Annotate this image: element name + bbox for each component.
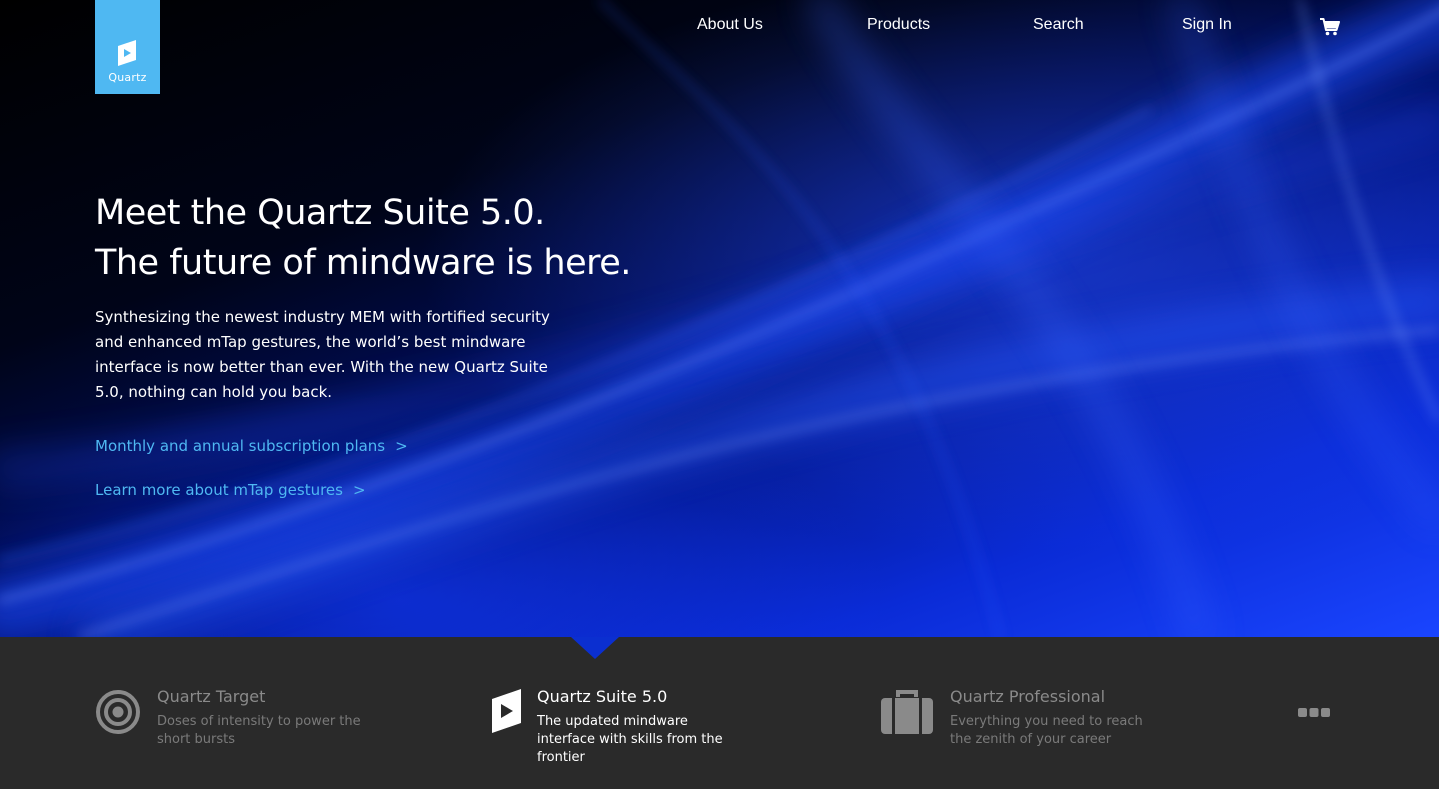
product-title: Quartz Target	[157, 687, 266, 706]
nav-sign-in[interactable]: Sign In	[1182, 16, 1232, 34]
mtap-gestures-link[interactable]: Learn more about mTap gestures >	[95, 481, 366, 499]
hero-description: Synthesizing the newest industry MEM wit…	[95, 308, 550, 401]
shopping-cart-icon[interactable]	[1320, 18, 1340, 36]
hero-headline-line2: The future of mindware is here.	[95, 243, 631, 283]
product-quartz-professional[interactable]: Quartz Professional Everything you need …	[880, 687, 1180, 757]
product-description: Everything you need to reach the zenith …	[950, 714, 1143, 747]
product-quartz-suite[interactable]: Quartz Suite 5.0 The updated mindware in…	[492, 687, 792, 765]
mtap-gestures-link-label: Learn more about mTap gestures	[95, 481, 343, 499]
hero-headline-line1: Meet the Quartz Suite 5.0.	[95, 193, 545, 233]
nav-about-us[interactable]: About Us	[697, 16, 763, 34]
nav-products[interactable]: Products	[867, 16, 930, 34]
product-title: Quartz Professional	[950, 687, 1106, 706]
product-bar: Quartz Target Doses of intensity to powe…	[0, 637, 1439, 789]
chevron-right-icon: >	[395, 437, 408, 455]
page: Quartz About Us Products Search Sign In …	[0, 0, 1439, 789]
hero: Quartz About Us Products Search Sign In …	[0, 0, 1439, 637]
product-description: Doses of intensity to power the short bu…	[157, 714, 361, 747]
product-title: Quartz Suite 5.0	[537, 687, 668, 706]
active-product-pointer	[571, 637, 619, 659]
subscription-plans-link[interactable]: Monthly and annual subscription plans >	[95, 437, 408, 455]
target-icon	[96, 690, 140, 734]
quartz-play-icon	[492, 689, 521, 733]
quartz-logo[interactable]: Quartz	[95, 0, 160, 94]
briefcase-icon	[881, 690, 933, 734]
chevron-right-icon: >	[352, 481, 366, 499]
product-quartz-target[interactable]: Quartz Target Doses of intensity to powe…	[95, 687, 395, 757]
top-nav: About Us Products Search Sign In	[0, 16, 1439, 38]
subscription-plans-link-label: Monthly and annual subscription plans	[95, 437, 386, 455]
quartz-logo-icon	[118, 40, 136, 66]
hero-headline: Meet the Quartz Suite 5.0. The future of…	[95, 188, 631, 288]
logo-text: Quartz	[108, 71, 147, 84]
product-description: The updated mindware interface with skil…	[537, 714, 723, 765]
more-dots-icon[interactable]	[1298, 708, 1330, 718]
nav-search[interactable]: Search	[1033, 16, 1084, 34]
